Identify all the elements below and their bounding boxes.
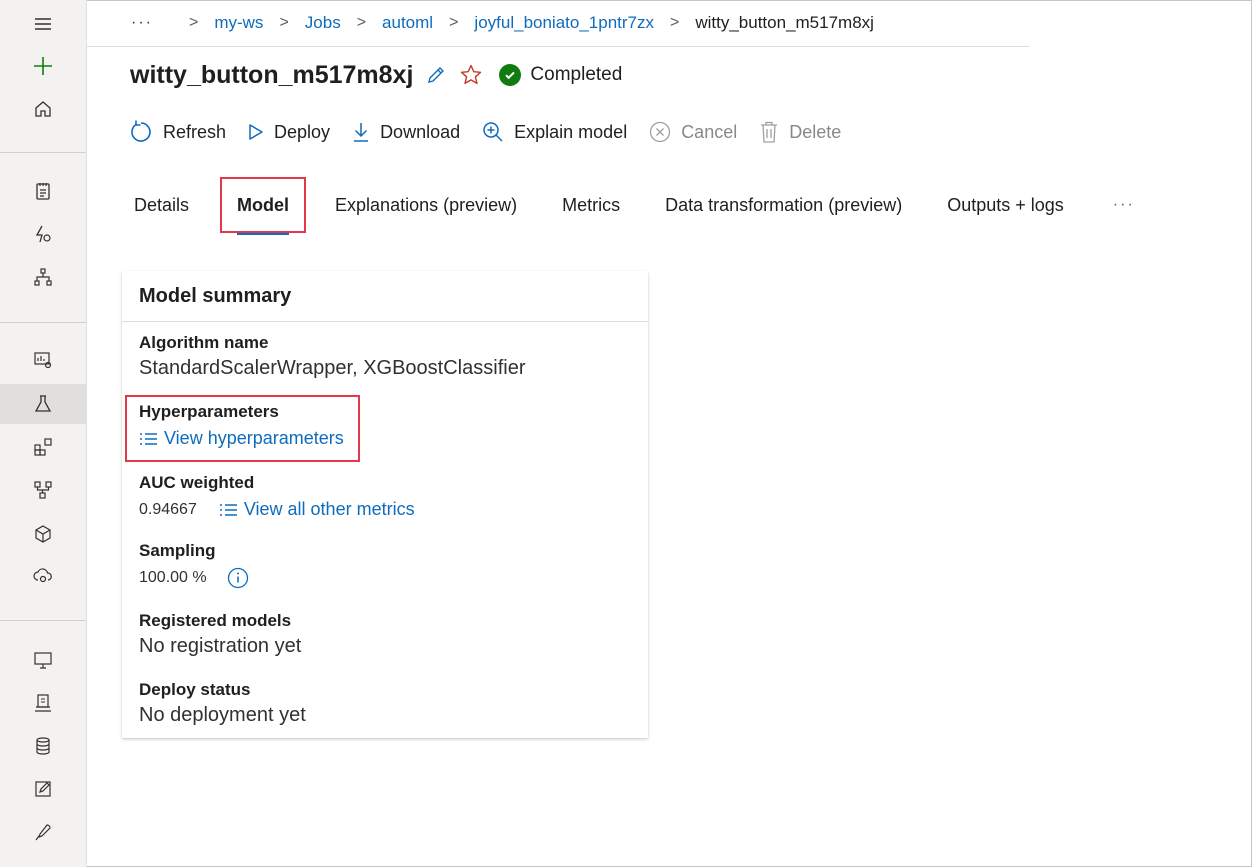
auc-value: 0.94667 bbox=[139, 500, 197, 518]
breadcrumb-jobs-link[interactable]: Jobs bbox=[305, 13, 341, 33]
chevron-right-icon: > bbox=[279, 14, 289, 31]
tab-details[interactable]: Details bbox=[118, 180, 205, 230]
delete-label: Delete bbox=[789, 121, 842, 142]
automl-icon[interactable] bbox=[0, 214, 86, 254]
trash-icon bbox=[761, 121, 778, 143]
model-summary-card: Model summary Algorithm name StandardSca… bbox=[122, 271, 648, 738]
view-all-metrics-label: View all other metrics bbox=[243, 499, 415, 519]
tab-selected-indicator bbox=[237, 233, 290, 235]
tab-outputs-logs[interactable]: Outputs + logs bbox=[931, 180, 1080, 230]
breadcrumb-parent-job-link[interactable]: joyful_boniato_1pntr7zx bbox=[474, 13, 654, 33]
home-icon[interactable] bbox=[0, 89, 86, 129]
refresh-label: Refresh bbox=[163, 121, 227, 142]
breadcrumb: ··· > my-ws > Jobs > automl > joyful_bon… bbox=[87, 0, 1029, 47]
view-all-metrics-link[interactable]: View all other metrics bbox=[219, 499, 415, 520]
chevron-right-icon: > bbox=[449, 14, 459, 31]
data-labeling-icon[interactable] bbox=[0, 769, 86, 809]
data-icon[interactable] bbox=[0, 340, 86, 380]
registered-models-label: Registered models bbox=[139, 611, 292, 630]
sampling-label: Sampling bbox=[139, 541, 216, 560]
play-deploy-icon bbox=[249, 124, 263, 140]
info-icon[interactable] bbox=[227, 567, 249, 589]
hyperparameters-label: Hyperparameters bbox=[139, 402, 279, 421]
cancel-button[interactable]: Cancel bbox=[648, 120, 737, 144]
star-favorite-icon[interactable] bbox=[459, 63, 483, 87]
list-icon bbox=[140, 432, 157, 445]
components-icon[interactable] bbox=[0, 427, 86, 467]
title-row: witty_button_m517m8xj Completed bbox=[130, 56, 622, 94]
experiments-icon[interactable] bbox=[0, 384, 86, 424]
rail-divider bbox=[0, 152, 86, 153]
explain-model-button[interactable]: Explain model bbox=[481, 120, 627, 144]
view-hyperparameters-link[interactable]: View hyperparameters bbox=[139, 428, 344, 449]
download-icon bbox=[354, 123, 369, 142]
designer-icon[interactable] bbox=[0, 257, 86, 297]
tab-model[interactable]: Model bbox=[220, 177, 307, 235]
status-badge: Completed bbox=[499, 64, 622, 86]
deploy-label: Deploy bbox=[274, 121, 331, 142]
hyperparameters-field: Hyperparameters View hyperparameters bbox=[139, 402, 344, 449]
breadcrumb-workspace-link[interactable]: my-ws bbox=[214, 13, 263, 33]
refresh-icon bbox=[131, 120, 151, 142]
breadcrumb-experiment-link[interactable]: automl bbox=[382, 13, 433, 33]
zoom-in-icon bbox=[483, 122, 503, 142]
rail-divider bbox=[0, 620, 86, 621]
tabs-overflow-button[interactable]: ··· bbox=[1113, 196, 1135, 214]
sampling-value: 100.00 % bbox=[139, 569, 207, 586]
deploy-status-value: No deployment yet bbox=[139, 704, 306, 726]
rail-divider bbox=[0, 322, 86, 323]
refresh-button[interactable]: Refresh bbox=[128, 119, 226, 145]
auc-field: AUC weighted 0.94667 View all other metr… bbox=[139, 473, 415, 520]
tab-list: Details Model Explanations (preview) Met… bbox=[118, 177, 1135, 235]
left-nav-rail bbox=[0, 0, 87, 867]
environments-icon[interactable] bbox=[0, 683, 86, 723]
command-bar: Refresh Deploy Download Explain model Ca… bbox=[128, 116, 862, 148]
view-hyperparameters-label: View hyperparameters bbox=[164, 428, 344, 448]
chevron-right-icon: > bbox=[188, 14, 199, 31]
breadcrumb-current: witty_button_m517m8xj bbox=[695, 13, 874, 32]
status-text: Completed bbox=[530, 64, 623, 85]
auc-label: AUC weighted bbox=[139, 473, 255, 492]
registered-models-field: Registered models No registration yet bbox=[139, 611, 301, 658]
plus-new-icon[interactable] bbox=[0, 46, 86, 86]
download-button[interactable]: Download bbox=[351, 121, 460, 143]
deploy-status-label: Deploy status bbox=[139, 680, 251, 699]
chevron-right-icon: > bbox=[670, 14, 680, 31]
linked-services-icon[interactable] bbox=[0, 812, 86, 852]
tab-model-label: Model bbox=[237, 194, 290, 215]
cancel-circle-icon bbox=[650, 121, 671, 143]
page-title: witty_button_m517m8xj bbox=[130, 60, 414, 89]
algorithm-value: StandardScalerWrapper, XGBoostClassifier bbox=[139, 357, 526, 379]
delete-button[interactable]: Delete bbox=[758, 120, 841, 144]
download-label: Download bbox=[380, 121, 461, 142]
cancel-label: Cancel bbox=[681, 121, 738, 142]
card-title: Model summary bbox=[122, 271, 648, 322]
tab-explanations[interactable]: Explanations (preview) bbox=[319, 180, 533, 230]
registered-models-value: No registration yet bbox=[139, 635, 302, 657]
algorithm-field: Algorithm name StandardScalerWrapper, XG… bbox=[139, 333, 525, 380]
notebook-icon[interactable] bbox=[0, 171, 86, 211]
endpoints-icon[interactable] bbox=[0, 556, 86, 596]
sampling-field: Sampling 100.00 % bbox=[139, 541, 249, 589]
algorithm-label: Algorithm name bbox=[139, 333, 269, 352]
list-icon bbox=[219, 503, 237, 516]
deploy-status-field: Deploy status No deployment yet bbox=[139, 680, 306, 727]
check-circle-icon bbox=[499, 64, 522, 86]
models-icon[interactable] bbox=[0, 514, 86, 554]
edit-pencil-icon[interactable] bbox=[425, 64, 447, 86]
hamburger-menu-icon[interactable] bbox=[0, 4, 86, 44]
tab-data-transformation[interactable]: Data transformation (preview) bbox=[649, 180, 918, 230]
breadcrumb-more-button[interactable]: ··· bbox=[131, 14, 153, 32]
datastores-icon[interactable] bbox=[0, 726, 86, 766]
pipelines-icon[interactable] bbox=[0, 470, 86, 510]
explain-model-label: Explain model bbox=[514, 121, 628, 142]
deploy-button[interactable]: Deploy bbox=[247, 122, 330, 143]
compute-icon[interactable] bbox=[0, 640, 86, 680]
tab-metrics[interactable]: Metrics bbox=[546, 180, 636, 230]
chevron-right-icon: > bbox=[356, 14, 367, 31]
